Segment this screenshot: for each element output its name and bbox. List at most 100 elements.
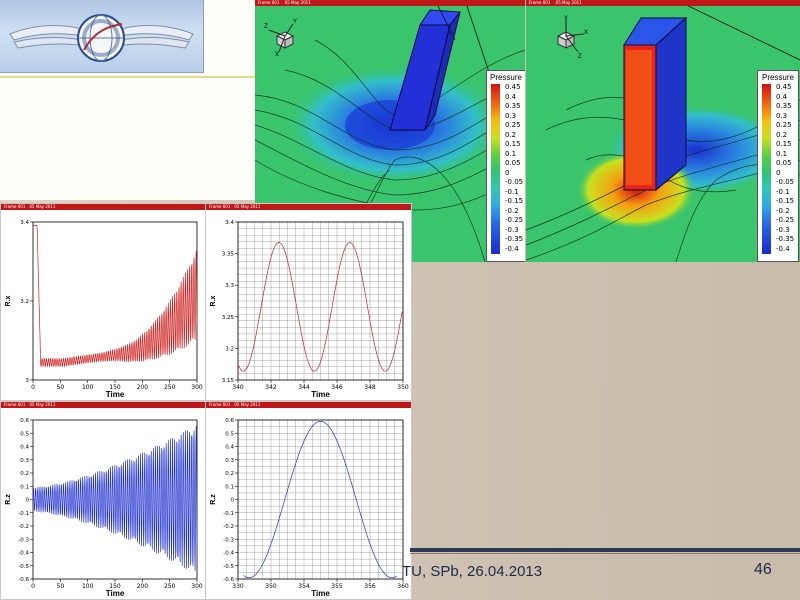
x-tick-label: 200 — [137, 384, 149, 391]
y-tick-label: 0.4 — [225, 445, 234, 451]
y-tick-label: 0.5 — [225, 431, 234, 437]
y-tick-label: 3.35 — [222, 252, 235, 258]
y-tick-label: 0.4 — [20, 445, 29, 451]
legend-tick: -0.3 — [776, 225, 790, 234]
axis-z-label: Z — [264, 24, 268, 30]
x-tick-label: 360 — [397, 583, 409, 590]
x-tick-label: 330 — [232, 583, 244, 590]
legend-tick: -0.05 — [505, 178, 524, 186]
x-tick-label: 0 — [31, 384, 35, 391]
y-axis-label: R.x — [210, 295, 217, 306]
legend-tick: 0.35 — [505, 102, 521, 110]
panel-header: Frame 001 05 May 2011 — [526, 0, 800, 6]
legend-tick: -0.25 — [776, 216, 795, 224]
legend-tick: 0.45 — [776, 83, 792, 91]
y-tick-label: -0.5 — [18, 564, 29, 570]
legend-tick: -0.35 — [505, 235, 524, 243]
y-tick-label: -0.1 — [18, 511, 29, 517]
legend-tick: 0.25 — [776, 121, 792, 129]
footer-rule — [410, 548, 800, 552]
y-axis-label: R.z — [210, 494, 217, 505]
chart-rx-full: Frame 001 05 May 2011 0 50 100 150 200 250 300 3 3… — [0, 203, 206, 401]
chart-svg: 0 50 100 150 200 250 30033.23.4TimeR.x — [5, 220, 203, 399]
legend-tick: 0 — [776, 168, 781, 177]
y-tick-label: 0.2 — [225, 471, 234, 477]
frame-label: Frame 001 — [258, 0, 280, 5]
x-tick-label: 300 — [191, 384, 203, 391]
legend-colorbar — [491, 84, 500, 254]
footer-text: TU, SPb, 26.04.2013 — [402, 563, 543, 580]
y-tick-label: 0.1 — [20, 484, 29, 490]
footer-rule-thin — [410, 553, 800, 554]
legend-tick: -0.15 — [505, 197, 524, 205]
legend-tick: -0.25 — [505, 216, 524, 224]
x-tick-label: 0 — [31, 583, 35, 590]
chart-svg: 330 350 354 355 356 360 -0.6 -0.5 -0.4 -0.3 -0.2 -0… — [210, 418, 409, 598]
x-tick-label: 250 — [164, 384, 176, 391]
x-tick-label: 100 — [82, 583, 94, 590]
y-tick-label: 0.6 — [225, 418, 234, 424]
axis-y-label: Y — [564, 16, 568, 22]
legend-tick: -0.1 — [776, 187, 790, 196]
y-tick-label: -0.2 — [18, 524, 29, 530]
legend-tick: 0.35 — [776, 102, 792, 110]
axis-z-label: Z — [578, 54, 582, 58]
x-tick-label: 250 — [164, 583, 176, 590]
legend-tick: 0.15 — [776, 140, 792, 148]
x-tick-label: 346 — [331, 384, 343, 391]
x-axis-label: Time — [106, 390, 125, 399]
legend-tick: 0.1 — [776, 149, 788, 158]
panel-header: Frame 001 05 May 2011 — [255, 0, 525, 6]
pressure-legend: Pressure 0.45 0.4 0.35 0.3 0.25 0.2 0.15… — [757, 70, 799, 262]
x-tick-label: 342 — [265, 384, 277, 391]
legend-tick: 0.2 — [505, 130, 517, 139]
y-tick-label: 0.1 — [225, 484, 234, 490]
legend-tick: 0.2 — [776, 130, 788, 139]
y-tick-label: -0.3 — [18, 537, 29, 543]
legend-tick: -0.4 — [776, 244, 790, 253]
y-tick-label: 0.2 — [20, 471, 29, 477]
axis-y-label: Y — [293, 19, 297, 25]
x-axis-label: Time — [106, 589, 125, 598]
legend-tick: 0.45 — [505, 83, 521, 91]
x-tick-label: 50 — [57, 583, 65, 590]
y-tick-label: -0.4 — [18, 551, 29, 557]
frame-label: Frame 001 — [529, 0, 551, 5]
legend-tick: 0.4 — [505, 92, 517, 101]
y-tick-label: -0.5 — [223, 564, 234, 570]
legend-tick: -0.2 — [776, 206, 790, 215]
legend-tick: -0.05 — [776, 178, 795, 186]
y-tick-label: 0 — [231, 498, 235, 504]
chart-rz-zoom: Frame 001 05 May 2011 330 350 354 355 356 360 -0… — [205, 401, 412, 600]
legend-tick: 0.25 — [505, 121, 521, 129]
divider — [0, 76, 255, 78]
x-tick-label: 300 — [191, 583, 203, 590]
x-tick-label: 355 — [331, 583, 343, 590]
y-axis-label: R.z — [5, 494, 12, 505]
legend-tick: -0.2 — [505, 206, 519, 215]
y-tick-label: -0.6 — [18, 577, 29, 583]
y-tick-label: 0 — [26, 498, 30, 504]
x-tick-label: 340 — [232, 384, 244, 391]
chart-rz-full: Frame 001 05 May 2011 0 50 100 150 200 250 300 -0… — [0, 401, 206, 600]
y-tick-label: -0.1 — [223, 511, 234, 517]
x-axis-label: Time — [311, 390, 330, 399]
legend-tick: -0.1 — [505, 187, 519, 196]
x-tick-label: 200 — [137, 583, 149, 590]
legend-tick: 0.1 — [505, 149, 517, 158]
y-tick-label: 3 — [26, 378, 30, 384]
y-tick-label: 0.3 — [225, 458, 234, 464]
chart-rx-zoom: Frame 001 05 May 2011 340 342 344 346 348 350 3.… — [205, 203, 412, 401]
y-tick-label: 0.5 — [20, 431, 29, 437]
x-tick-label: 354 — [298, 583, 310, 590]
axis-triad-icon: Y Z X — [263, 16, 303, 58]
y-tick-label: -0.4 — [223, 551, 234, 557]
chart-svg: 340 342 344 346 348 350 3.15 3.2 3.25 3.3 3.35 3.4 T… — [210, 220, 409, 399]
legend-tick: -0.4 — [505, 244, 519, 253]
legend-title: Pressure — [761, 73, 794, 82]
legend-tick: 0.3 — [505, 111, 517, 120]
date-label: 05 May 2011 — [555, 0, 582, 5]
page-number: 46 — [754, 561, 772, 578]
legend-tick: 0.05 — [776, 159, 792, 167]
legend-tick: 0.4 — [776, 92, 788, 101]
